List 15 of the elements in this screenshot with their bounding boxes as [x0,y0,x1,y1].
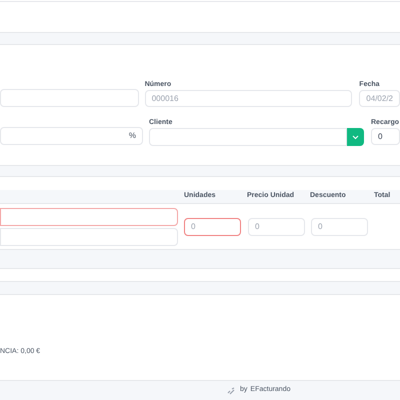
dropdown-button[interactable] [347,128,364,146]
percent-suffix: % [128,130,136,142]
discount-field[interactable]: 0 [311,218,368,236]
chevron-down-icon [352,134,359,140]
units-field[interactable]: 0 [184,218,241,236]
client-select[interactable] [149,128,347,146]
description-field[interactable] [0,208,178,226]
unit-price-field[interactable]: 0 [248,218,305,236]
text-field[interactable] [0,228,178,246]
input-field[interactable]: 0 [371,128,400,145]
link-icon [227,386,236,394]
text-field[interactable] [0,89,139,107]
input-field[interactable]: 04/02/2 [359,90,400,107]
discount-field[interactable]: % [0,127,143,145]
input-field[interactable]: 000016 [144,90,352,107]
